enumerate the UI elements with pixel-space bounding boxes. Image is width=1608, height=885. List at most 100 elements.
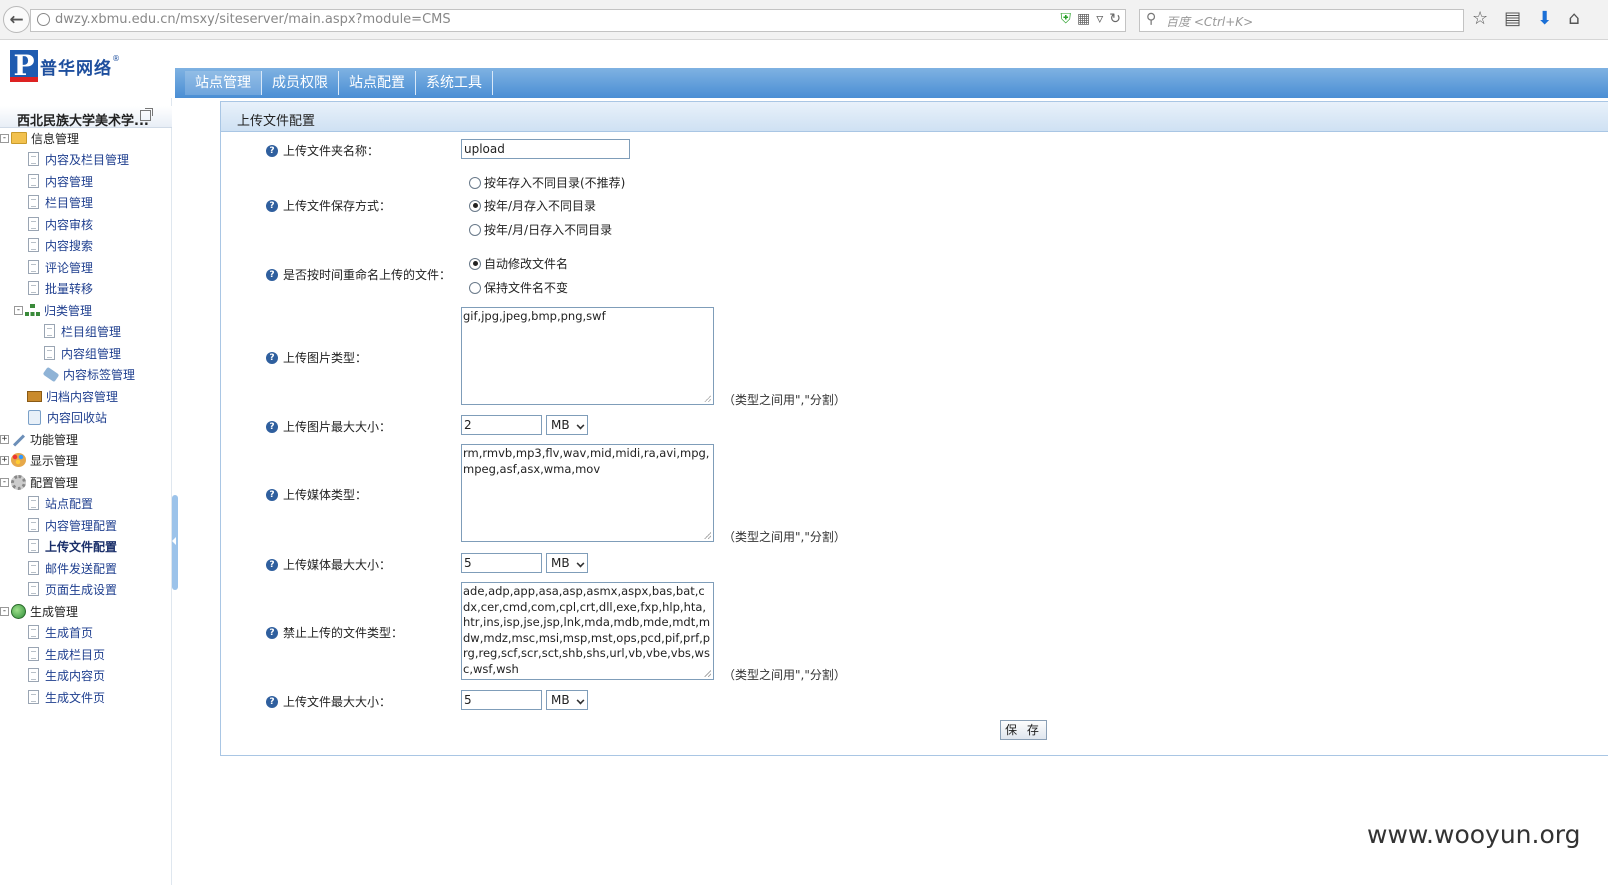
tree-item[interactable]: 批量转移 — [26, 278, 93, 298]
qr-code-icon[interactable]: ▦ — [1077, 11, 1090, 27]
expand-icon[interactable]: + — [0, 455, 9, 465]
site-title[interactable]: 西北民族大学美术学... — [17, 110, 149, 129]
tree-node-generate-management[interactable]: - 生成管理 — [0, 601, 78, 621]
help-icon[interactable]: ? — [266, 420, 278, 433]
tree-item[interactable]: 内容管理配置 — [26, 515, 117, 535]
logo: P 普华网络 ® — [10, 50, 120, 82]
tab-member-permissions[interactable]: 成员权限 — [262, 71, 339, 95]
wrench-icon — [11, 432, 26, 447]
help-icon[interactable]: ? — [266, 268, 278, 281]
tree-node-function-management[interactable]: + 功能管理 — [0, 429, 78, 449]
archive-box-icon — [27, 390, 42, 402]
save-mode-option-year[interactable]: 按年存入不同目录(不推荐) — [469, 174, 625, 191]
collapse-icon[interactable]: - — [0, 477, 9, 487]
tree-node-info-management[interactable]: - 信息管理 — [0, 128, 79, 148]
tree-item[interactable]: 栏目组管理 — [42, 321, 121, 341]
radio-button-checked[interactable] — [469, 257, 481, 270]
help-icon[interactable]: ? — [266, 626, 278, 639]
shield-icon[interactable]: ⛨ — [1061, 11, 1072, 27]
reading-list-icon[interactable]: ▤ — [1504, 8, 1521, 29]
radio-button[interactable] — [469, 223, 481, 236]
open-external-icon[interactable] — [140, 108, 153, 121]
chevron-down-icon — [576, 696, 585, 705]
forbidden-types-textarea[interactable]: ade,adp,app,asa,asp,asmx,aspx,bas,bat,cd… — [461, 582, 714, 680]
page-icon — [28, 539, 39, 553]
collapse-icon[interactable]: - — [14, 305, 23, 315]
tree-item[interactable]: 内容审核 — [26, 214, 93, 234]
folder-name-input[interactable]: upload — [461, 139, 630, 159]
address-bar[interactable]: dwzy.xbmu.edu.cn/msxy/siteserver/main.as… — [30, 9, 1126, 32]
tree-item-current[interactable]: 上传文件配置 — [26, 536, 117, 556]
media-max-input[interactable]: 5 — [461, 553, 542, 573]
save-mode-option-year-month-day[interactable]: 按年/月/日存入不同目录 — [469, 221, 612, 238]
page-icon — [28, 647, 39, 661]
tree-item[interactable]: 内容搜索 — [26, 235, 93, 255]
tree-node-classify-management[interactable]: - 归类管理 — [14, 300, 92, 320]
back-button[interactable]: ← — [3, 6, 30, 33]
help-icon[interactable]: ? — [266, 695, 278, 708]
chevron-down-icon — [576, 559, 585, 568]
rename-option-auto[interactable]: 自动修改文件名 — [469, 255, 568, 272]
help-icon[interactable]: ? — [266, 199, 278, 212]
collapse-icon[interactable]: - — [0, 606, 9, 616]
tree-item[interactable]: 内容标签管理 — [42, 364, 135, 384]
tree-item[interactable]: 归档内容管理 — [27, 386, 118, 406]
help-icon[interactable]: ? — [266, 144, 278, 157]
media-types-textarea[interactable]: rm,rmvb,mp3,flv,wav,mid,midi,ra,avi,mpg,… — [461, 444, 714, 542]
bookmark-star-icon[interactable]: ☆ — [1472, 8, 1488, 29]
tree-item[interactable]: 内容回收站 — [26, 407, 107, 427]
page-icon — [28, 174, 39, 188]
sidebar-collapse-handle[interactable] — [172, 495, 178, 590]
image-types-textarea[interactable]: gif,jpg,jpeg,bmp,png,swf — [461, 307, 714, 405]
rename-option-keep[interactable]: 保持文件名不变 — [469, 279, 568, 296]
tree-item[interactable]: 页面生成设置 — [26, 579, 117, 599]
top-nav: 站点管理 成员权限 站点配置 系统工具 — [175, 68, 1608, 98]
help-icon[interactable]: ? — [266, 488, 278, 501]
radio-button[interactable] — [469, 176, 481, 189]
save-mode-option-year-month[interactable]: 按年/月存入不同目录 — [469, 197, 596, 214]
tree-item[interactable]: 邮件发送配置 — [26, 558, 117, 578]
file-max-input[interactable]: 5 — [461, 690, 542, 710]
radio-button[interactable] — [469, 281, 481, 294]
tree-item[interactable]: 内容及栏目管理 — [26, 149, 129, 169]
globe-icon — [11, 603, 26, 619]
panel-title: 上传文件配置 — [237, 114, 316, 129]
browser-search-input[interactable]: ⚲ 百度 <Ctrl+K> — [1139, 9, 1464, 32]
tree-node-display-management[interactable]: + 显示管理 — [0, 450, 78, 470]
tree-item[interactable]: 评论管理 — [26, 257, 93, 277]
save-button[interactable]: 保 存 — [1000, 720, 1047, 740]
sidebar: 西北民族大学美术学... - 信息管理 内容及栏目管理 内容管理 栏目管理 内容… — [0, 98, 172, 885]
logo-mark: P — [10, 50, 38, 82]
tree-item[interactable]: 生成内容页 — [26, 665, 105, 685]
tab-site-config[interactable]: 站点配置 — [339, 71, 416, 95]
hierarchy-icon — [25, 303, 40, 317]
tree-item[interactable]: 内容管理 — [26, 171, 93, 191]
tree-item[interactable]: 栏目管理 — [26, 192, 93, 212]
file-max-unit-select[interactable]: MB — [546, 690, 588, 710]
image-max-unit-select[interactable]: MB — [546, 415, 588, 435]
dropdown-icon[interactable]: ▿ — [1096, 11, 1103, 27]
tree-item[interactable]: 生成文件页 — [26, 687, 105, 707]
image-max-input[interactable]: 2 — [461, 415, 542, 435]
home-icon[interactable]: ⌂ — [1568, 8, 1579, 29]
collapse-icon[interactable]: - — [0, 133, 9, 143]
page-icon — [28, 561, 39, 575]
tree-node-config-management[interactable]: - 配置管理 — [0, 472, 78, 492]
tree-item[interactable]: 生成栏目页 — [26, 644, 105, 664]
separator-hint: （类型之间用","分割） — [723, 530, 846, 544]
separator-hint: （类型之间用","分割） — [723, 668, 846, 682]
help-icon[interactable]: ? — [266, 351, 278, 364]
media-max-unit-select[interactable]: MB — [546, 553, 588, 573]
tree-item[interactable]: 内容组管理 — [42, 343, 121, 363]
tab-site-management[interactable]: 站点管理 — [185, 71, 262, 95]
tree-item[interactable]: 生成首页 — [26, 622, 93, 642]
page-icon — [44, 346, 55, 360]
expand-icon[interactable]: + — [0, 434, 9, 444]
download-icon[interactable]: ⬇ — [1537, 8, 1552, 29]
help-icon[interactable]: ? — [266, 558, 278, 571]
radio-button-checked[interactable] — [469, 199, 481, 212]
tab-system-tools[interactable]: 系统工具 — [416, 71, 493, 95]
reload-icon[interactable]: ↻ — [1109, 11, 1121, 27]
page-icon — [28, 582, 39, 596]
tree-item[interactable]: 站点配置 — [26, 493, 93, 513]
